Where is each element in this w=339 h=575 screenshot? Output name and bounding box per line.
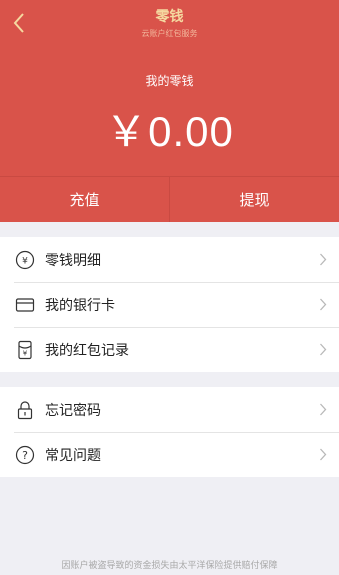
menu-item-label: 我的红包记录: [45, 342, 129, 359]
question-circle-icon: ?: [14, 444, 36, 466]
menu-group-help: 忘记密码 ? 常见问题: [0, 387, 339, 477]
red-packet-icon: ¥: [14, 339, 36, 361]
chevron-right-icon: [320, 343, 327, 356]
menu-item-label: 零钱明细: [45, 252, 101, 269]
menu-item-red-packet-records[interactable]: ¥ 我的红包记录: [0, 327, 339, 372]
withdraw-button[interactable]: 提现: [169, 177, 339, 222]
menu-item-label: 常见问题: [45, 447, 101, 464]
chevron-right-icon: [320, 298, 327, 311]
menu-item-label: 忘记密码: [45, 402, 101, 419]
page-title: 零钱: [155, 9, 184, 25]
menu-item-label: 我的银行卡: [45, 297, 115, 314]
wallet-label: 我的零钱: [145, 74, 194, 88]
page-subtitle: 云账户红包服务: [141, 29, 198, 38]
menu-item-bank-cards[interactable]: 我的银行卡: [0, 282, 339, 327]
yen-circle-icon: ¥: [14, 249, 36, 271]
menu-group-wallet: ¥ 零钱明细 我的银行卡 ¥ 我的红包记录: [0, 237, 339, 372]
chevron-right-icon: [320, 448, 327, 461]
insurance-note: 因账户被盗导致的资金损失由太平洋保险提供赔付保障: [61, 561, 278, 571]
recharge-button[interactable]: 充值: [0, 177, 169, 222]
balance-amount: ￥0.00: [105, 108, 234, 155]
chevron-right-icon: [320, 403, 327, 416]
svg-text:¥: ¥: [22, 256, 28, 266]
lock-icon: [14, 399, 36, 421]
svg-text:?: ?: [22, 449, 28, 462]
menu-item-forgot-password[interactable]: 忘记密码: [0, 387, 339, 432]
action-bar: 充值 提现: [0, 176, 339, 222]
chevron-right-icon: [320, 253, 327, 266]
bank-card-icon: [14, 294, 36, 316]
svg-text:¥: ¥: [23, 349, 28, 357]
menu-item-faq[interactable]: ? 常见问题: [0, 432, 339, 477]
menu-item-change-details[interactable]: ¥ 零钱明细: [0, 237, 339, 282]
wallet-header: 零钱 云账户红包服务 我的零钱 ￥0.00 充值 提现: [0, 0, 339, 222]
